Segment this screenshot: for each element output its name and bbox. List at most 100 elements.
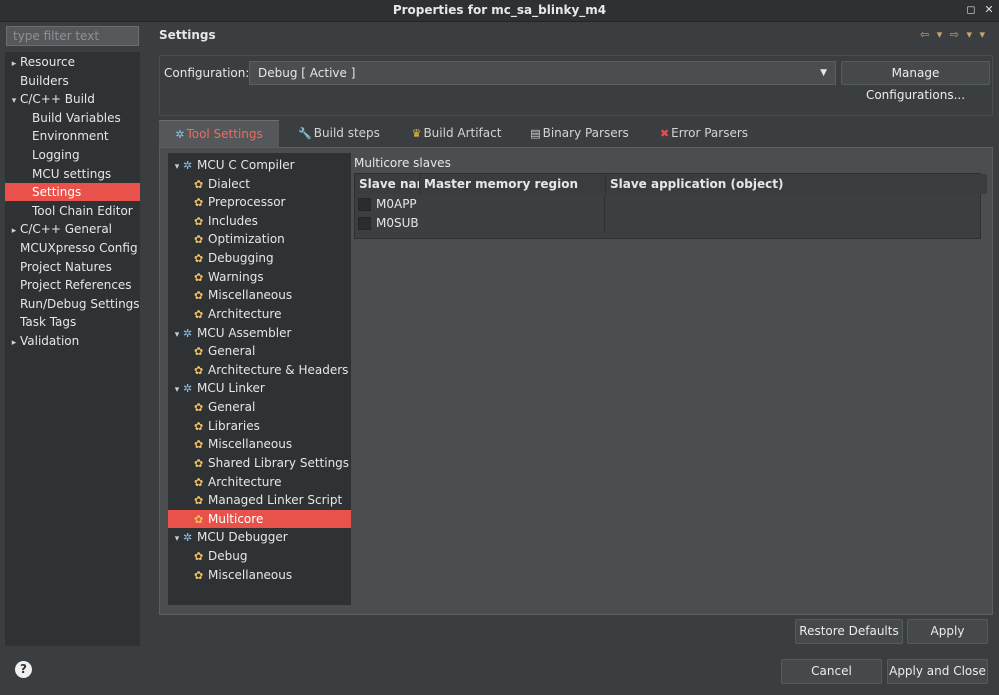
nav-item-label: MCUXpresso Config Tools	[20, 241, 140, 255]
nav-item-label: Task Tags	[20, 315, 77, 330]
tab-label: Binary Parsers	[542, 126, 629, 140]
tool-tree-group[interactable]: ▾ ✲ MCU Debugger	[168, 528, 351, 546]
tool-tree-group[interactable]: ▾ ✲ MCU C Compiler	[168, 156, 351, 174]
option-category-icon: ✿	[194, 456, 204, 470]
error-icon: ✖	[659, 127, 670, 140]
nav-item-label: Tool Chain Editor	[32, 203, 133, 218]
tool-tree-item[interactable]: ✿ General	[168, 398, 351, 416]
restore-defaults-button[interactable]: Restore Defaults	[795, 619, 903, 644]
nav-item[interactable]: ▸ Validation	[5, 332, 140, 350]
option-category-icon: ✿	[194, 270, 204, 284]
navigation-arrows[interactable]: ⇦ ▾ ⇨ ▾ ▾	[920, 28, 987, 41]
tool-tree-item[interactable]: ✿ Preprocessor	[168, 193, 351, 211]
tool-tree-item[interactable]: ✿ Architecture	[168, 305, 351, 323]
filter-input[interactable]: type filter text	[6, 26, 139, 46]
tool-tree-item[interactable]: ✿ Miscellaneous	[168, 286, 351, 304]
maximize-icon[interactable]: ◻	[964, 3, 978, 17]
tool-tree-item[interactable]: ✿ Warnings	[168, 268, 351, 286]
nav-item[interactable]: Project References	[5, 276, 140, 294]
option-category-icon: ✿	[194, 475, 204, 489]
property-page-tree: ▸ Resource Builders ▾ C/C++ Build Build Varia…	[5, 52, 140, 646]
option-category-icon: ✿	[194, 512, 204, 526]
tool-tree-item[interactable]: ✿ Optimization	[168, 230, 351, 248]
expand-toggle-icon[interactable]: ▾	[171, 158, 183, 176]
tool-tree-item[interactable]: ✿ Debug	[168, 547, 351, 565]
nav-item[interactable]: Build Variables	[5, 109, 140, 127]
tool-tree-item[interactable]: ✿ Multicore	[168, 509, 351, 528]
tool-tree-group[interactable]: ▾ ✲ MCU Linker	[168, 379, 351, 397]
expand-toggle-icon[interactable]: ▾	[171, 381, 183, 399]
close-icon[interactable]: ✕	[982, 3, 996, 17]
tree-item-label: Miscellaneous	[208, 288, 293, 303]
tree-item-label: MCU Linker	[197, 381, 265, 396]
window-titlebar: Properties for mc_sa_blinky_m4 ◻ ✕	[0, 0, 999, 22]
tool-tree-item[interactable]: ✿ Miscellaneous	[168, 435, 351, 453]
nav-item[interactable]: Builders	[5, 72, 140, 90]
nav-item[interactable]: ▸ C/C++ General	[5, 220, 140, 238]
row-checkbox[interactable]	[358, 217, 371, 230]
tree-item-label: Warnings	[208, 269, 264, 284]
tab-error-parsers[interactable]: ✖ Error Parsers	[654, 120, 754, 147]
tool-tree-item[interactable]: ✿ Architecture	[168, 473, 351, 491]
nav-item[interactable]: Logging	[5, 146, 140, 164]
nav-item-label: Builders	[20, 73, 69, 88]
tool-tree-item[interactable]: ✿ Architecture & Headers	[168, 361, 351, 379]
tab-binary-parsers[interactable]: ▤ Binary Parsers	[527, 120, 632, 147]
tab-tool-settings[interactable]: ✲ Tool Settings	[159, 120, 279, 148]
option-category-icon: ✿	[194, 177, 204, 191]
apply-and-close-button[interactable]: Apply and Close	[887, 659, 988, 684]
tool-tree-item[interactable]: ✿ Libraries	[168, 417, 351, 435]
tool-tree-item[interactable]: ✿ Debugging	[168, 249, 351, 267]
nav-item[interactable]: MCU settings	[5, 165, 140, 183]
table-row[interactable]: M0APP	[358, 195, 603, 213]
column-header[interactable]: Slave name	[355, 174, 423, 194]
expand-toggle-icon[interactable]: ▾	[171, 530, 183, 548]
tool-tree-item[interactable]: ✿ General	[168, 342, 351, 360]
tool-tree-item[interactable]: ✿ Managed Linker Script	[168, 491, 351, 509]
expand-toggle-icon[interactable]: ▾	[8, 92, 20, 108]
option-category-icon: ✿	[194, 289, 204, 303]
option-category-icon: ✿	[194, 550, 204, 564]
help-icon[interactable]: ?	[15, 661, 32, 678]
column-header[interactable]: Master memory region	[419, 174, 609, 194]
cancel-button[interactable]: Cancel	[781, 659, 882, 684]
expand-toggle-icon[interactable]: ▾	[171, 326, 183, 344]
tree-item-label: Architecture	[208, 474, 282, 489]
tab-build-steps[interactable]: 🔧 Build steps	[289, 120, 389, 147]
expand-toggle-icon[interactable]: ▸	[8, 55, 20, 71]
nav-item[interactable]: Settings	[5, 183, 140, 202]
tool-tree-group[interactable]: ▾ ✲ MCU Assembler	[168, 324, 351, 342]
apply-button[interactable]: Apply	[907, 619, 988, 644]
nav-item[interactable]: ▸ Resource	[5, 53, 140, 71]
tab-build-artifact[interactable]: ♛ Build Artifact	[404, 120, 509, 147]
tree-item-label: Miscellaneous	[208, 567, 293, 582]
configuration-combo[interactable]: Debug [ Active ] ▼	[249, 61, 836, 85]
nav-item[interactable]: Environment	[5, 127, 140, 145]
configuration-value: Debug [ Active ]	[258, 66, 356, 80]
nav-item[interactable]: Task Tags	[5, 313, 140, 331]
nav-item[interactable]: Project Natures	[5, 258, 140, 276]
table-row[interactable]: M0SUB	[358, 214, 603, 232]
tool-tree-item[interactable]: ✿ Dialect	[168, 175, 351, 193]
tree-item-label: Optimization	[208, 232, 285, 247]
expand-toggle-icon[interactable]: ▸	[8, 222, 20, 238]
tool-tree-item[interactable]: ✿ Shared Library Settings	[168, 454, 351, 472]
nav-item[interactable]: MCUXpresso Config Tools	[5, 239, 140, 257]
expand-toggle-icon[interactable]: ▸	[8, 334, 20, 350]
nav-item[interactable]: ▾ C/C++ Build	[5, 90, 140, 108]
nav-item[interactable]: Tool Chain Editor	[5, 202, 140, 220]
column-header[interactable]: Slave application (object)	[605, 174, 987, 194]
tree-item-label: MCU Debugger	[197, 530, 288, 545]
multicore-slaves-table: Slave name Master memory region Slave ap…	[354, 173, 987, 239]
manage-configurations-button[interactable]: Manage Configurations...	[841, 61, 990, 102]
tree-item-label: Includes	[208, 213, 258, 228]
row-checkbox[interactable]	[358, 198, 371, 211]
tool-tree-item[interactable]: ✿ Includes	[168, 212, 351, 230]
option-category-icon: ✿	[194, 438, 204, 452]
option-category-icon: ✿	[194, 419, 204, 433]
nav-item-label: Build Variables	[32, 110, 121, 125]
nav-item[interactable]: Run/Debug Settings	[5, 295, 140, 313]
tool-tree-item[interactable]: ✿ Miscellaneous	[168, 566, 351, 584]
tree-item-label: Debugging	[208, 251, 274, 266]
tree-item-label: Debug	[208, 549, 248, 564]
